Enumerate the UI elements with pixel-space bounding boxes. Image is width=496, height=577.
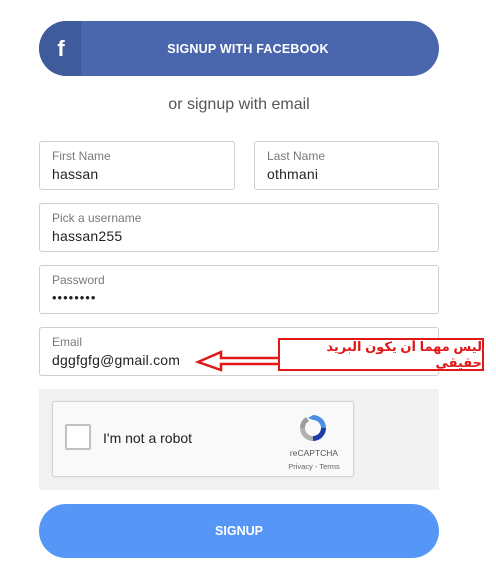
recaptcha-privacy-terms-link[interactable]: Privacy - Terms (279, 462, 349, 471)
annotation-callout: ليس مهما أن يكون البريد حقيقي (278, 338, 484, 371)
facebook-icon: f (39, 21, 81, 76)
divider-text: or signup with email (168, 96, 310, 113)
facebook-button-label: SIGNUP WITH FACEBOOK (167, 41, 329, 56)
recaptcha-checkbox[interactable] (65, 424, 91, 450)
recaptcha-brand: reCAPTCHA (289, 448, 339, 458)
first-name-value[interactable]: hassan (52, 166, 222, 182)
last-name-label: Last Name (267, 149, 326, 163)
signup-with-facebook-button[interactable]: f SIGNUP WITH FACEBOOK (39, 21, 439, 76)
last-name-field[interactable]: Last Name othmani (254, 141, 439, 190)
recaptcha-label: I'm not a robot (103, 430, 193, 446)
username-label: Pick a username (52, 211, 142, 225)
signup-button[interactable]: SIGNUP (39, 504, 439, 558)
first-name-field[interactable]: First Name hassan (39, 141, 235, 190)
username-value[interactable]: hassan255 (52, 228, 426, 244)
password-label: Password (52, 273, 105, 287)
recaptcha-logo-icon (299, 415, 326, 441)
password-value[interactable]: •••••••• (52, 290, 426, 305)
username-field[interactable]: Pick a username hassan255 (39, 203, 439, 252)
password-field[interactable]: Password •••••••• (39, 265, 439, 314)
annotation-arrow-icon (195, 350, 279, 372)
recaptcha-widget: I'm not a robot reCAPTCHA Privacy - Term… (52, 401, 354, 477)
first-name-label: First Name (52, 149, 111, 163)
last-name-value[interactable]: othmani (267, 166, 426, 182)
